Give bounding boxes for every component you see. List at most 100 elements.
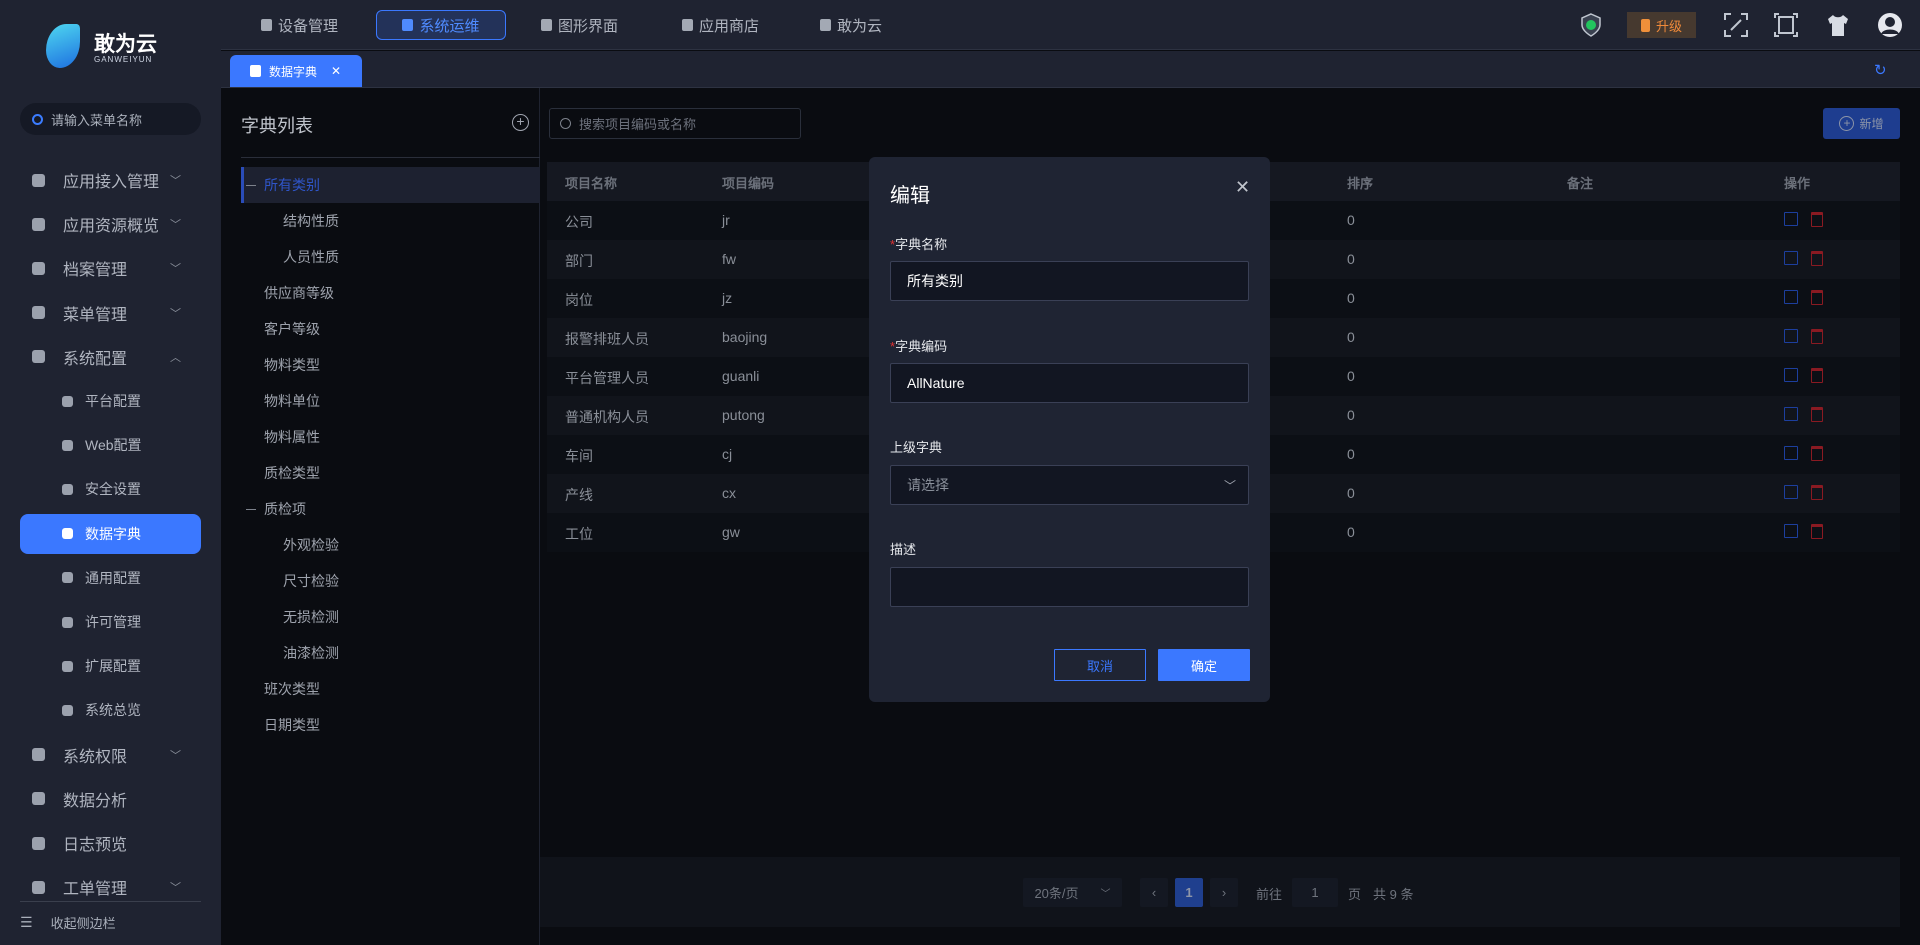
sidebar-item[interactable]: 许可管理: [20, 602, 201, 642]
edit-icon[interactable]: [1784, 212, 1798, 226]
tree-item[interactable]: 外观检验: [241, 527, 540, 563]
sidebar-item[interactable]: 日志预览: [20, 823, 201, 863]
edit-icon[interactable]: [1784, 485, 1798, 499]
item-search-input[interactable]: 搜索项目编码或名称: [549, 108, 801, 139]
avatar[interactable]: [1877, 12, 1902, 38]
sidebar-item[interactable]: 系统总览: [20, 690, 201, 730]
sidebar-item[interactable]: 扩展配置: [20, 646, 201, 686]
edit-icon[interactable]: [1784, 290, 1798, 304]
tree-item[interactable]: 尺寸检验: [241, 563, 540, 599]
page-suffix: 页: [1348, 887, 1362, 902]
edit-icon[interactable]: [1784, 368, 1798, 382]
close-icon[interactable]: ✕: [1235, 177, 1250, 198]
page-1-button[interactable]: 1: [1175, 878, 1203, 907]
tree-item[interactable]: 质检类型: [241, 455, 540, 491]
confirm-button[interactable]: 确定: [1158, 649, 1250, 681]
tree-item[interactable]: 所有类别: [241, 167, 540, 203]
goto-page-input[interactable]: 1: [1292, 878, 1338, 907]
delete-icon[interactable]: [1811, 446, 1823, 461]
collapse-sidebar-button[interactable]: ☰ 收起侧边栏: [20, 913, 116, 932]
parent-select-placeholder: 请选择: [907, 477, 949, 493]
sidebar-item[interactable]: 平台配置: [20, 381, 201, 421]
sidebar-item[interactable]: 应用资源概览 ﹀: [20, 204, 201, 244]
delete-icon[interactable]: [1811, 251, 1823, 266]
tree-item[interactable]: 人员性质: [241, 239, 540, 275]
column-header-sort: 排序: [1347, 176, 1374, 191]
sidebar-item[interactable]: Web配置: [20, 425, 201, 465]
sidebar-item[interactable]: 通用配置: [20, 558, 201, 598]
tree-item[interactable]: 质检项: [241, 491, 540, 527]
tree-item[interactable]: 日期类型: [241, 707, 540, 743]
sidebar-divider: [20, 901, 201, 902]
edit-icon[interactable]: [1784, 251, 1798, 265]
top-nav-item[interactable]: 应用商店: [674, 10, 767, 40]
delete-icon[interactable]: [1811, 329, 1823, 344]
delete-icon[interactable]: [1811, 485, 1823, 500]
top-nav-label: 系统运维: [419, 17, 480, 35]
top-nav-item[interactable]: 系统运维: [376, 10, 506, 40]
sidebar-item[interactable]: 系统权限 ﹀: [20, 735, 201, 775]
top-nav-label: 敢为云: [837, 17, 883, 35]
top-nav-item[interactable]: 敢为云: [812, 10, 890, 40]
chevron-down-icon: ﹀: [170, 219, 181, 232]
security-shield-icon[interactable]: [1579, 12, 1603, 38]
tree-item[interactable]: 油漆检测: [241, 635, 540, 671]
dictionary-name-input[interactable]: 所有类别: [890, 261, 1249, 301]
dictionary-code-input[interactable]: AllNature: [890, 363, 1249, 403]
top-nav-item[interactable]: 图形界面: [533, 10, 626, 40]
edit-icon[interactable]: [1784, 329, 1798, 343]
top-nav-item[interactable]: 设备管理: [253, 10, 346, 40]
parent-dictionary-select[interactable]: 请选择 ﹀: [890, 465, 1249, 505]
description-input[interactable]: [890, 567, 1249, 607]
sidebar-item[interactable]: 数据字典: [20, 513, 201, 554]
tree-item[interactable]: 物料类型: [241, 347, 540, 383]
next-page-button[interactable]: ›: [1210, 878, 1238, 907]
tree-item[interactable]: 无损检测: [241, 599, 540, 635]
add-button[interactable]: + 新增: [1823, 108, 1900, 139]
cell-sort: 0: [1347, 251, 1355, 267]
tree-item[interactable]: 班次类型: [241, 671, 540, 707]
sidebar-item-label: 工单管理: [63, 881, 128, 899]
prev-page-button[interactable]: ‹: [1140, 878, 1168, 907]
tree-item-label: 物料单位: [264, 393, 320, 409]
tree-item[interactable]: 供应商等级: [241, 275, 540, 311]
sidebar-item[interactable]: 档案管理 ﹀: [20, 248, 201, 288]
delete-icon[interactable]: [1811, 290, 1823, 305]
tree-item[interactable]: 物料单位: [241, 383, 540, 419]
delete-icon[interactable]: [1811, 368, 1823, 383]
sidebar-item[interactable]: 菜单管理 ﹀: [20, 293, 201, 333]
tree-item[interactable]: 结构性质: [241, 203, 540, 239]
edit-icon[interactable]: [1784, 407, 1798, 421]
upgrade-button[interactable]: 升级: [1627, 12, 1696, 38]
plus-circle-icon: +: [1839, 116, 1855, 131]
tab-data-dictionary[interactable]: 数据字典 ✕: [230, 55, 362, 87]
refresh-icon[interactable]: ↻: [1874, 61, 1887, 79]
sidebar-item[interactable]: 安全设置: [20, 469, 201, 509]
cell-sort: 0: [1347, 407, 1355, 423]
sidebar-item[interactable]: 数据分析: [20, 779, 201, 819]
fullscreen-icon[interactable]: [1723, 12, 1748, 38]
collapse-dash-icon: [246, 184, 256, 186]
row-actions: [1784, 368, 1823, 383]
menu-search-input[interactable]: 请输入菜单名称: [20, 103, 201, 135]
stamp-icon: [62, 616, 73, 628]
frame-icon[interactable]: [1773, 12, 1798, 38]
theme-shirt-icon[interactable]: [1825, 12, 1849, 38]
add-dictionary-icon[interactable]: +: [512, 114, 529, 131]
home-icon: [32, 173, 45, 187]
tree-item[interactable]: 物料属性: [241, 419, 540, 455]
page-size-select[interactable]: 20条/页 ﹀: [1023, 878, 1122, 907]
delete-icon[interactable]: [1811, 212, 1823, 227]
tab-close-icon[interactable]: ✕: [331, 64, 341, 78]
cancel-button[interactable]: 取消: [1054, 649, 1146, 681]
tree-item[interactable]: 客户等级: [241, 311, 540, 347]
sidebar-item-label: 扩展配置: [85, 658, 141, 675]
sidebar-item[interactable]: 系统配置 ︿: [20, 337, 201, 377]
edit-icon[interactable]: [1784, 524, 1798, 538]
delete-icon[interactable]: [1811, 524, 1823, 539]
tree-item-label: 物料类型: [264, 357, 320, 373]
sidebar-item[interactable]: 应用接入管理 ﹀: [20, 160, 201, 200]
edit-icon[interactable]: [1784, 446, 1798, 460]
logo-name: 敢为云: [94, 33, 157, 56]
delete-icon[interactable]: [1811, 407, 1823, 422]
